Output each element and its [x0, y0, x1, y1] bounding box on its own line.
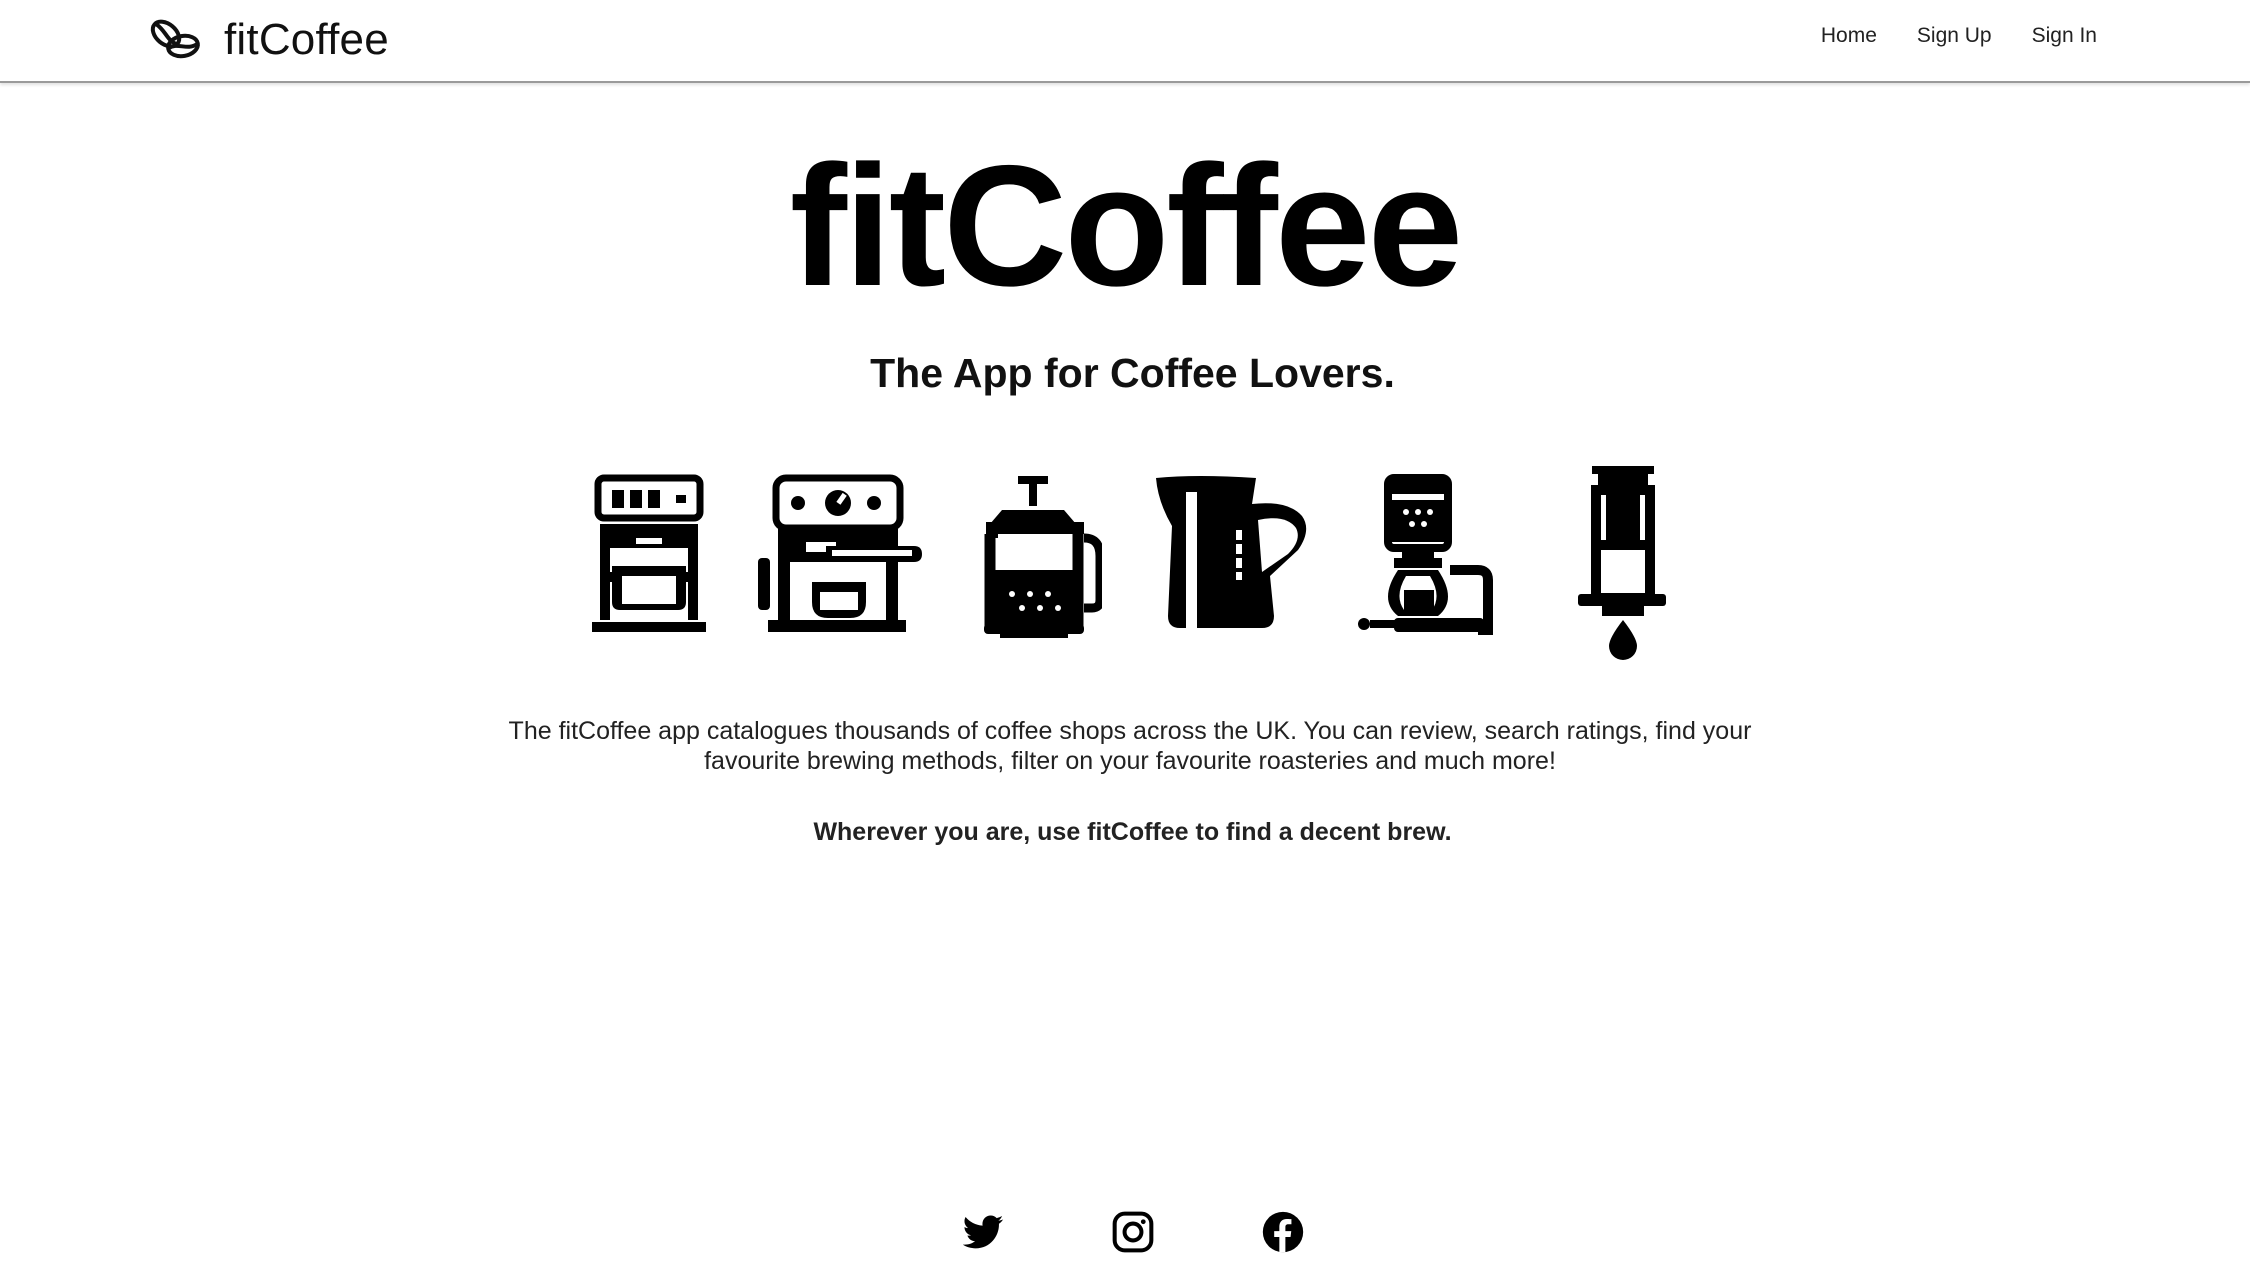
brand-name: fitCoffee	[224, 15, 389, 64]
nav-home-link[interactable]: Home	[1821, 24, 1877, 48]
social-links	[0, 1210, 2250, 1254]
app-description: The fitCoffee app catalogues thousands o…	[508, 717, 1752, 775]
nav-links: Home Sign Up Sign In	[1821, 24, 2097, 48]
hero-title: fitCoffee	[789, 130, 1464, 322]
navbar: fitCoffee Home Sign Up Sign In	[0, 0, 2250, 83]
brewing-icons-row	[582, 462, 1666, 662]
brand-link[interactable]: fitCoffee	[146, 12, 389, 68]
nav-signin-link[interactable]: Sign In	[2032, 24, 2097, 48]
siphon-coffee-maker-icon	[1358, 462, 1498, 647]
aeropress-icon	[1572, 462, 1672, 662]
hero-subtitle: The App for Coffee Lovers.	[870, 350, 1395, 396]
espresso-machine-icon	[756, 462, 926, 647]
tagline: Wherever you are, use fitCoffee to find …	[813, 818, 1452, 846]
coffee-beans-icon	[150, 19, 200, 59]
nav-signup-link[interactable]: Sign Up	[1917, 24, 1992, 48]
french-press-icon	[972, 462, 1102, 647]
twitter-icon[interactable]	[961, 1210, 1005, 1254]
facebook-icon[interactable]	[1261, 1210, 1305, 1254]
instagram-icon[interactable]	[1111, 1210, 1155, 1254]
drip-coffee-machine-icon	[590, 462, 710, 647]
milk-jug-icon	[1152, 462, 1312, 647]
